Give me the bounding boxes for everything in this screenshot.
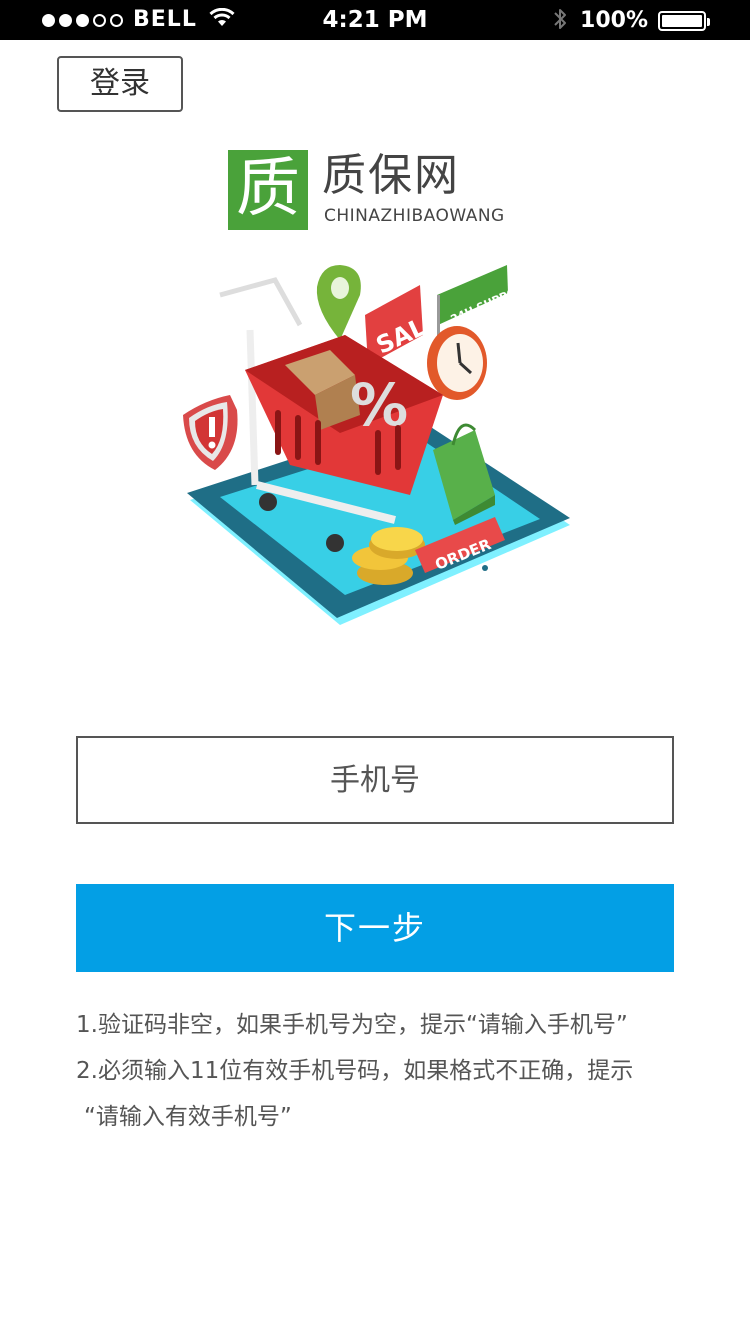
shield-warning-icon bbox=[183, 395, 238, 470]
login-button[interactable]: 登录 bbox=[57, 56, 183, 112]
note-line-2: 2.必须输入11位有效手机号码，如果格式不正确，提示 bbox=[76, 1058, 634, 1084]
note-line-3: “请输入有效手机号” bbox=[84, 1104, 292, 1130]
status-right: 100% bbox=[552, 6, 710, 36]
logo-name-en: CHINAZHIBAOWANG bbox=[324, 206, 505, 226]
location-pin-icon bbox=[316, 265, 361, 340]
status-bar: BELL 4:21 PM 100% bbox=[0, 0, 750, 40]
battery-tip bbox=[707, 18, 710, 26]
battery-icon bbox=[658, 11, 710, 31]
validation-notes: 1.验证码非空，如果手机号为空，提示“请输入手机号” 2.必须输入11位有效手机… bbox=[76, 1002, 696, 1140]
battery-level bbox=[662, 15, 702, 27]
battery-percent: 100% bbox=[580, 8, 648, 33]
logo-mark: 质 bbox=[228, 150, 308, 230]
bluetooth-icon bbox=[552, 6, 568, 36]
brand-logo: 质 质保网 CHINAZHIBAOWANG bbox=[228, 150, 528, 230]
clock-icon bbox=[427, 326, 487, 400]
shopping-illustration: SALE 24H SUPPORT % ORDER bbox=[175, 255, 575, 635]
logo-name-cn: 质保网 bbox=[322, 150, 460, 201]
note-line-1: 1.验证码非空，如果手机号为空，提示“请输入手机号” bbox=[76, 1012, 628, 1038]
phone-number-input[interactable] bbox=[76, 736, 674, 824]
next-step-button[interactable]: 下一步 bbox=[76, 884, 674, 972]
